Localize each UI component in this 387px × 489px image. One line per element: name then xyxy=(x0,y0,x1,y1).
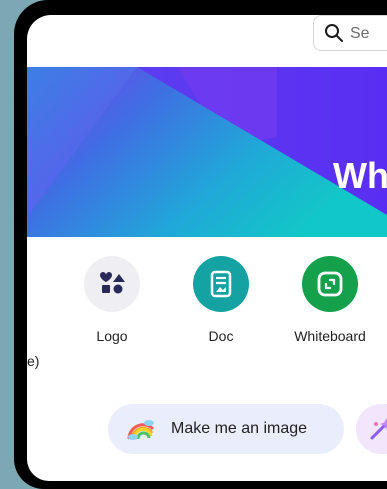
whiteboard-tile[interactable] xyxy=(302,256,358,312)
logo-tile[interactable] xyxy=(84,256,140,312)
shapes-icon xyxy=(100,272,125,294)
doc-tile[interactable] xyxy=(193,256,249,312)
logo-label: Logo xyxy=(96,328,128,344)
document-icon xyxy=(210,270,232,298)
make-image-chip[interactable]: Make me an image xyxy=(108,404,344,454)
make-image-label: Make me an image xyxy=(171,420,308,437)
rainbow-icon xyxy=(127,420,155,440)
sparkle-wand-icon xyxy=(370,418,387,440)
search-box[interactable]: Se xyxy=(313,15,387,51)
app-screen: Se Wh Logo Doc Whiteboard e) Make me an … xyxy=(27,15,387,481)
hero-banner: Wh xyxy=(27,67,387,237)
search-icon xyxy=(325,24,343,42)
whiteboard-label: Whiteboard xyxy=(294,328,366,344)
whiteboard-icon xyxy=(317,271,343,297)
search-placeholder: Se xyxy=(350,25,370,42)
banner-background xyxy=(27,67,387,237)
doc-label: Doc xyxy=(208,328,234,344)
truncated-label: e) xyxy=(27,353,40,369)
phone-frame: Se Wh Logo Doc Whiteboard e) Make me an … xyxy=(14,0,387,489)
banner-title: Wh xyxy=(333,155,387,196)
magic-chip[interactable] xyxy=(356,404,387,454)
